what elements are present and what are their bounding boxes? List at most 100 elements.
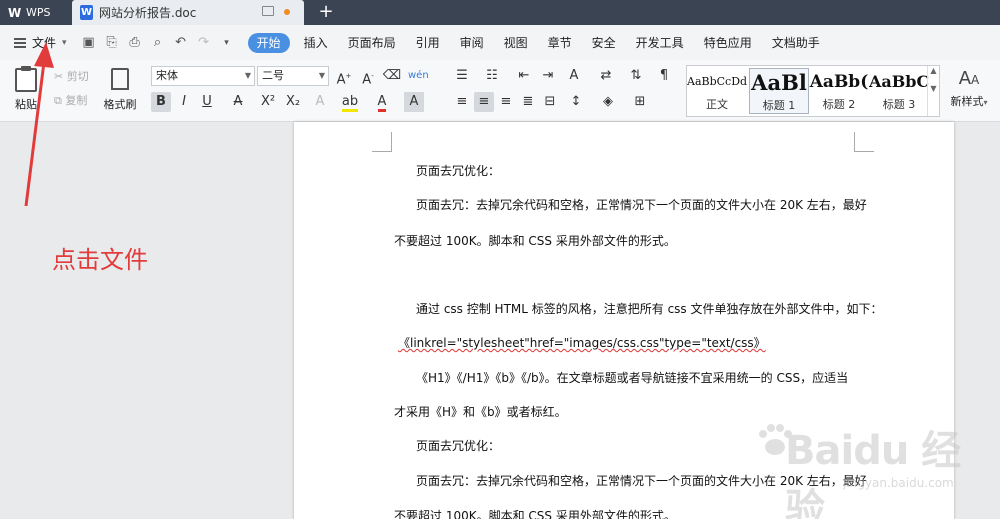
app-name: WPS [26, 6, 51, 19]
page-margin-corner [372, 132, 392, 152]
line-spacing-icon[interactable]: ↕ [566, 92, 586, 112]
increase-indent-icon[interactable]: ⇥ [538, 66, 558, 86]
copy-icon: ⧉ [54, 94, 62, 107]
display-icon[interactable] [262, 6, 274, 16]
grow-font-icon[interactable]: A+ [334, 66, 354, 87]
shading-fill-icon[interactable]: ◈ [598, 92, 618, 112]
new-tab-button[interactable]: + [316, 0, 336, 25]
tab-home[interactable]: 开始 [247, 32, 290, 53]
chinese-layout-icon[interactable]: A [564, 66, 584, 86]
cut-label: 剪切 [66, 70, 89, 83]
distribute-icon[interactable]: ⊟ [540, 92, 560, 112]
tab-developer[interactable]: 开发工具 [626, 31, 694, 55]
wps-writer-window: W WPS W 网站分析报告.doc + 文件 ▾ ▣ ⎘ ⎙ ⌕ ↶ ↷ ▾ … [0, 0, 1000, 519]
italic-icon[interactable]: I [174, 92, 194, 112]
bold-icon[interactable]: B [151, 92, 171, 112]
doc-line: 页面去冗优化： [416, 164, 501, 178]
watermark-url: jingyan.baidu.com [843, 476, 954, 490]
show-marks-icon[interactable]: ¶ [654, 66, 674, 86]
annotation-text: 点击文件 [52, 246, 148, 274]
style-label: 标题 1 [762, 99, 796, 112]
wps-home-tab[interactable]: W WPS [0, 0, 70, 25]
tab-section[interactable]: 章节 [538, 31, 582, 55]
format-painter-button[interactable]: 格式刷 [100, 66, 140, 116]
document-tab[interactable]: W 网站分析报告.doc [72, 0, 304, 25]
doc-line: 页面去冗优化： [416, 439, 501, 453]
align-center-icon[interactable]: ≡ [474, 92, 494, 112]
char-shading-icon[interactable]: A [404, 92, 424, 112]
new-style-icon: AA [958, 68, 980, 89]
style-preview: AaBl [751, 70, 807, 95]
text-effect-icon[interactable]: A [310, 92, 330, 112]
align-right-icon[interactable]: ≡ [496, 92, 516, 112]
subscript-icon[interactable]: X₂ [283, 92, 303, 112]
chevron-down-icon: ▼ [318, 71, 325, 80]
style-heading-3[interactable]: AaBbC 标题 3 [869, 68, 929, 114]
style-preview: AaBbCcDd [687, 75, 747, 88]
highlight-icon[interactable]: ab [340, 92, 360, 112]
doc-line: 通过 css 控制 HTML 标签的风格，注意把所有 css 文件单独存放在外部… [416, 302, 883, 316]
paste-label: 粘贴 [15, 98, 37, 111]
print-icon[interactable]: ⎙ [125, 33, 145, 53]
copy-button[interactable]: ⧉ 复制 [54, 92, 87, 108]
wps-logo-icon: W [8, 5, 22, 20]
font-size-value: 二号 [262, 69, 284, 82]
word-document-icon: W [80, 5, 93, 20]
customize-chevron-icon[interactable]: ▾ [217, 33, 237, 53]
print-preview-icon[interactable]: ⌕ [148, 33, 168, 53]
tab-doc-assistant[interactable]: 文档助手 [762, 31, 830, 55]
tab-review[interactable]: 审阅 [450, 31, 494, 55]
decrease-indent-icon[interactable]: ⇤ [514, 66, 534, 86]
doc-line: 才采用《H》和《b》或者标红。 [394, 405, 567, 419]
text-direction-icon[interactable]: ⇄ [596, 66, 616, 86]
export-pdf-icon[interactable]: ⎘ [102, 33, 122, 53]
align-left-icon[interactable]: ≡ [452, 92, 472, 112]
gallery-scroll[interactable]: ▲ ▼ [927, 66, 939, 116]
style-heading-2[interactable]: AaBb( 标题 2 [809, 68, 869, 114]
underline-icon[interactable]: U [197, 92, 217, 112]
style-label: 标题 3 [882, 98, 916, 111]
tab-references[interactable]: 引用 [406, 31, 450, 55]
style-normal[interactable]: AaBbCcDd 正文 [687, 68, 747, 114]
tab-insert[interactable]: 插入 [294, 31, 338, 55]
new-style-button[interactable]: AA 新样式▾ [946, 66, 992, 116]
title-bar: W WPS W 网站分析报告.doc + [0, 0, 1000, 25]
clipboard-icon [15, 66, 37, 92]
tab-page-layout[interactable]: 页面布局 [338, 31, 406, 55]
redo-icon[interactable]: ↷ [194, 33, 214, 53]
numbered-list-icon[interactable]: ☷ [482, 66, 502, 86]
document-tab-title: 网站分析报告.doc [99, 6, 197, 20]
border-icon[interactable]: ⊞ [630, 92, 650, 112]
shrink-font-icon[interactable]: A- [358, 66, 378, 87]
sort-icon[interactable]: ⇅ [626, 66, 646, 86]
file-menu-button[interactable]: 文件 ▾ [0, 31, 71, 55]
doc-line: 《linkrel="stylesheet"href="images/css.cs… [398, 336, 766, 350]
font-size-select[interactable]: 二号 ▼ [257, 66, 329, 86]
style-heading-1[interactable]: AaBl 标题 1 [749, 68, 809, 114]
bullet-list-icon[interactable]: ☰ [452, 66, 472, 86]
menu-bar: 文件 ▾ ▣ ⎘ ⎙ ⌕ ↶ ↷ ▾ 开始 插入 页面布局 引用 审阅 视图 章… [0, 25, 1000, 60]
paste-button[interactable]: 粘贴 [10, 66, 42, 116]
justify-icon[interactable]: ≣ [518, 92, 538, 112]
font-color-icon[interactable]: A [372, 92, 392, 112]
file-menu-label: 文件 [32, 36, 57, 50]
strikethrough-icon[interactable]: A [228, 92, 248, 112]
save-icon[interactable]: ▣ [79, 33, 99, 53]
copy-label: 复制 [65, 94, 88, 107]
clear-format-icon[interactable]: ⌫ [382, 66, 402, 86]
scissors-icon: ✂ [54, 70, 64, 83]
tab-view[interactable]: 视图 [494, 31, 538, 55]
tab-special-apps[interactable]: 特色应用 [694, 31, 762, 55]
style-label: 正文 [706, 98, 728, 111]
brush-icon [111, 68, 129, 90]
unsaved-indicator-icon [284, 9, 290, 15]
font-name-select[interactable]: 宋体 ▼ [151, 66, 255, 86]
phonetic-guide-icon[interactable]: wén [408, 66, 429, 86]
baidu-jingyan-watermark: Baidu 经验 jingyan.baidu.com [755, 410, 995, 519]
style-preview: AaBb( [809, 72, 869, 92]
doc-line: 《H1》《/H1》《b》《/b》。在文章标题或者导航链接不宜采用统一的 CSS，… [416, 371, 849, 385]
undo-icon[interactable]: ↶ [171, 33, 191, 53]
cut-button[interactable]: ✂ 剪切 [54, 68, 89, 84]
tab-security[interactable]: 安全 [582, 31, 626, 55]
superscript-icon[interactable]: X² [258, 92, 278, 112]
